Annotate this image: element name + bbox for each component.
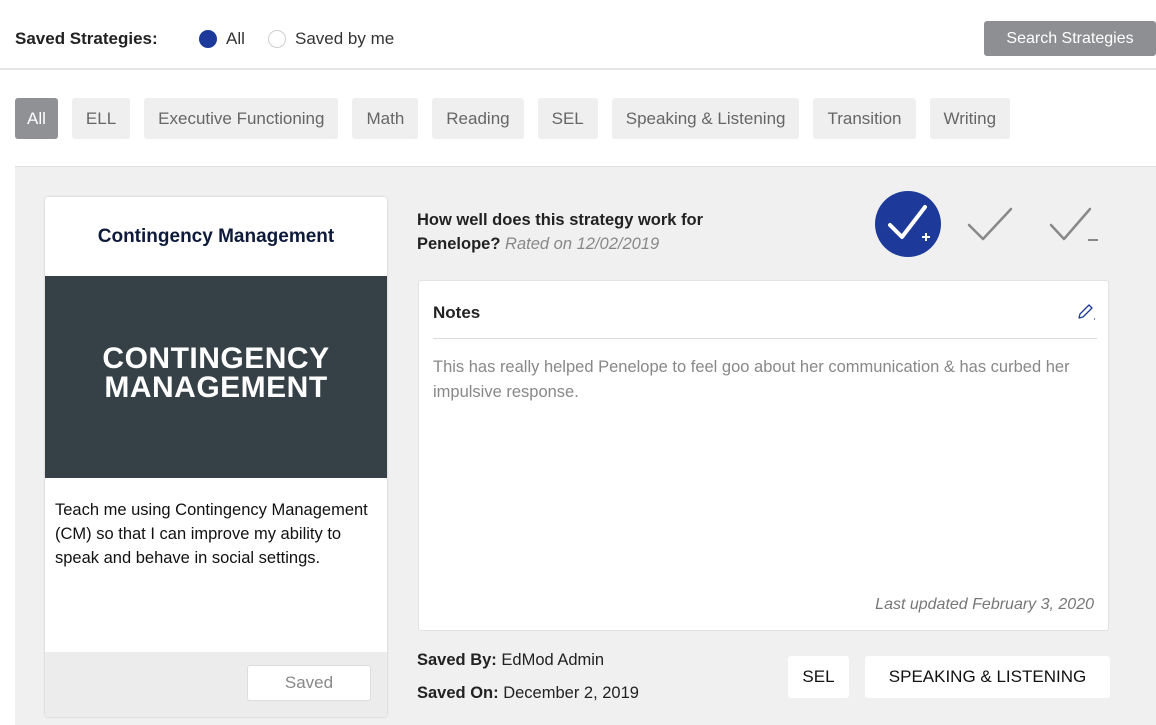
tag-sel[interactable]: SEL — [788, 656, 849, 698]
radio-unselected-icon — [268, 30, 286, 48]
saved-strategies-label: Saved Strategies: — [15, 29, 158, 48]
notes-header: Notes — [433, 303, 1097, 339]
radio-all-label: All — [226, 29, 245, 48]
notes-body: This has really helped Penelope to feel … — [433, 358, 1070, 401]
radio-saved-by-me-label: Saved by me — [295, 29, 395, 48]
filter-sel[interactable]: SEL — [537, 98, 598, 139]
filter-writing[interactable]: Writing — [929, 98, 1011, 139]
student-name: Penelope? — [417, 235, 501, 253]
pencil-icon[interactable] — [1075, 301, 1097, 323]
notes-title: Notes — [433, 303, 481, 322]
radio-all[interactable]: All — [199, 29, 245, 49]
strategy-image: CONTINGENCY MANAGEMENT — [45, 276, 387, 478]
tag-speaking-listening[interactable]: SPEAKING & LISTENING — [865, 656, 1110, 698]
rating-question-line1: How well does this strategy work for — [417, 211, 704, 229]
radio-selected-icon — [199, 30, 217, 48]
filter-executive-functioning[interactable]: Executive Functioning — [144, 98, 339, 139]
filter-math[interactable]: Math — [352, 98, 419, 139]
strategy-description: Teach me using Contingency Management (C… — [55, 501, 368, 567]
radio-saved-by-me[interactable]: Saved by me — [268, 29, 394, 49]
filter-all[interactable]: All — [15, 98, 58, 139]
search-strategies-button[interactable]: Search Strategies — [984, 21, 1156, 56]
saved-by-label: Saved By: — [417, 651, 497, 669]
notes-box: Notes This has really helped Penelope to… — [418, 280, 1109, 631]
strategy-image-line1: CONTINGENCY — [102, 342, 330, 375]
strategy-image-line2: MANAGEMENT — [104, 371, 328, 404]
saved-by: Saved By: EdMod Admin — [417, 651, 604, 670]
saved-by-value: EdMod Admin — [501, 651, 605, 669]
category-filters: All ELL Executive Functioning Math Readi… — [15, 98, 1011, 139]
rated-date: Rated on 12/02/2019 — [505, 235, 660, 253]
saved-on: Saved On: December 2, 2019 — [417, 684, 639, 703]
filter-speaking-listening[interactable]: Speaking & Listening — [611, 98, 800, 139]
check-minus-icon[interactable] — [1043, 191, 1109, 262]
filter-transition[interactable]: Transition — [813, 98, 916, 139]
notes-last-updated: Last updated February 3, 2020 — [875, 596, 1094, 613]
strategy-panel: Contingency Management CONTINGENCY MANAG… — [15, 166, 1156, 725]
check-icon[interactable] — [963, 191, 1029, 262]
filter-reading[interactable]: Reading — [432, 98, 524, 139]
saved-on-value: December 2, 2019 — [503, 684, 639, 702]
saved-button[interactable]: Saved — [247, 665, 371, 701]
check-plus-icon[interactable] — [875, 191, 941, 257]
card-footer: Saved — [45, 652, 387, 717]
saved-on-label: Saved On: — [417, 684, 499, 702]
strategy-card: Contingency Management CONTINGENCY MANAG… — [45, 197, 387, 717]
filter-ell[interactable]: ELL — [71, 98, 131, 139]
rating-question: How well does this strategy work for Pen… — [417, 208, 703, 256]
strategy-title: Contingency Management — [97, 226, 335, 247]
top-bar: Saved Strategies: All Saved by me Search… — [0, 0, 1156, 70]
